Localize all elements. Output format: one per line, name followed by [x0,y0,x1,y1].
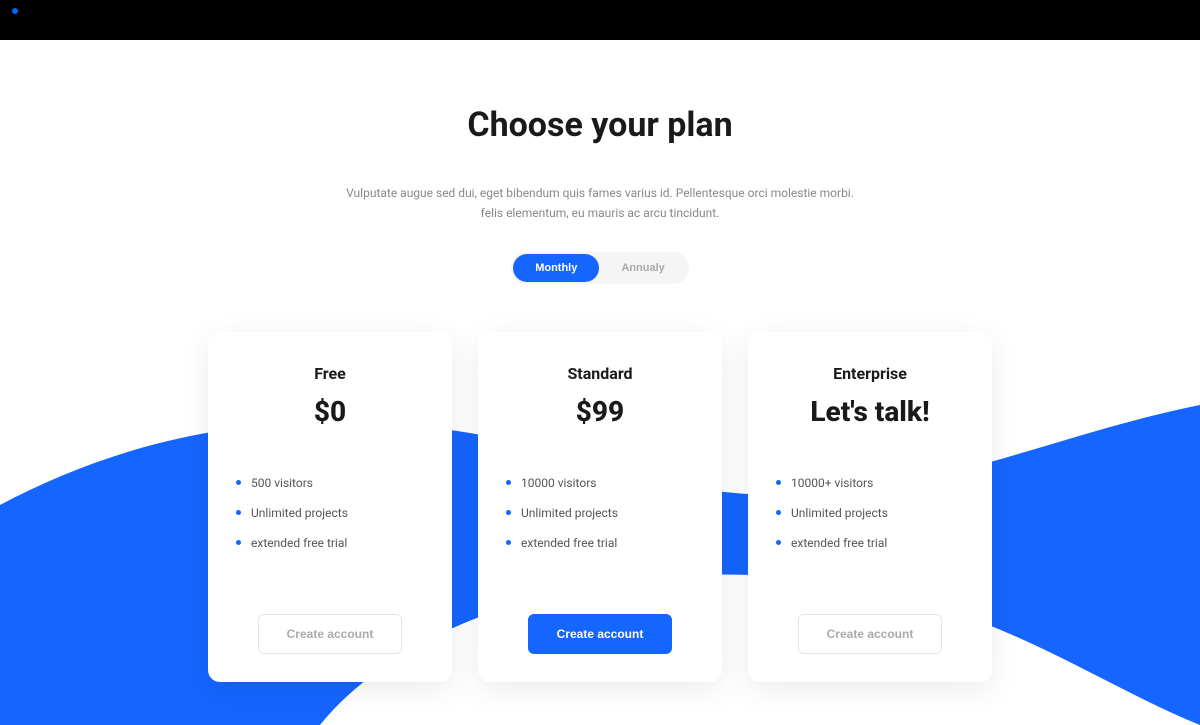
feature-list: 10000 visitors Unlimited projects extend… [506,468,694,558]
create-account-button[interactable]: Create account [258,614,403,654]
feature-item: 10000+ visitors [776,468,964,498]
toggle-monthly[interactable]: Monthly [513,254,599,282]
feature-item: Unlimited projects [236,498,424,528]
subtitle-line: Vulputate augue sed dui, eget bibendum q… [346,186,854,200]
plan-card-standard: Standard $99 10000 visitors Unlimited pr… [478,332,722,682]
feature-list: 500 visitors Unlimited projects extended… [236,468,424,558]
subtitle-line: felis elementum, eu mauris ac arcu tinci… [481,206,720,220]
dot-icon [12,8,18,14]
pricing-cards: Free $0 500 visitors Unlimited projects … [0,332,1200,682]
feature-item: extended free trial [236,528,424,558]
plan-card-enterprise: Enterprise Let's talk! 10000+ visitors U… [748,332,992,682]
plan-price: $0 [236,395,424,428]
plan-name: Free [236,364,424,383]
plan-card-free: Free $0 500 visitors Unlimited projects … [208,332,452,682]
feature-item: extended free trial [776,528,964,558]
feature-item: Unlimited projects [506,498,694,528]
page-heading: Choose your plan [0,105,1200,145]
feature-item: 500 visitors [236,468,424,498]
plan-name: Standard [506,364,694,383]
feature-item: Unlimited projects [776,498,964,528]
plan-price: $99 [506,395,694,428]
toggle-annually[interactable]: Annualy [599,254,686,282]
feature-item: 10000 visitors [506,468,694,498]
create-account-button[interactable]: Create account [528,614,673,654]
feature-item: extended free trial [506,528,694,558]
feature-list: 10000+ visitors Unlimited projects exten… [776,468,964,558]
top-bar [0,0,1200,40]
plan-price: Let's talk! [776,395,964,428]
page-subtitle: Vulputate augue sed dui, eget bibendum q… [320,183,880,224]
billing-toggle: Monthly Annualy [511,252,689,284]
create-account-button[interactable]: Create account [798,614,943,654]
plan-name: Enterprise [776,364,964,383]
